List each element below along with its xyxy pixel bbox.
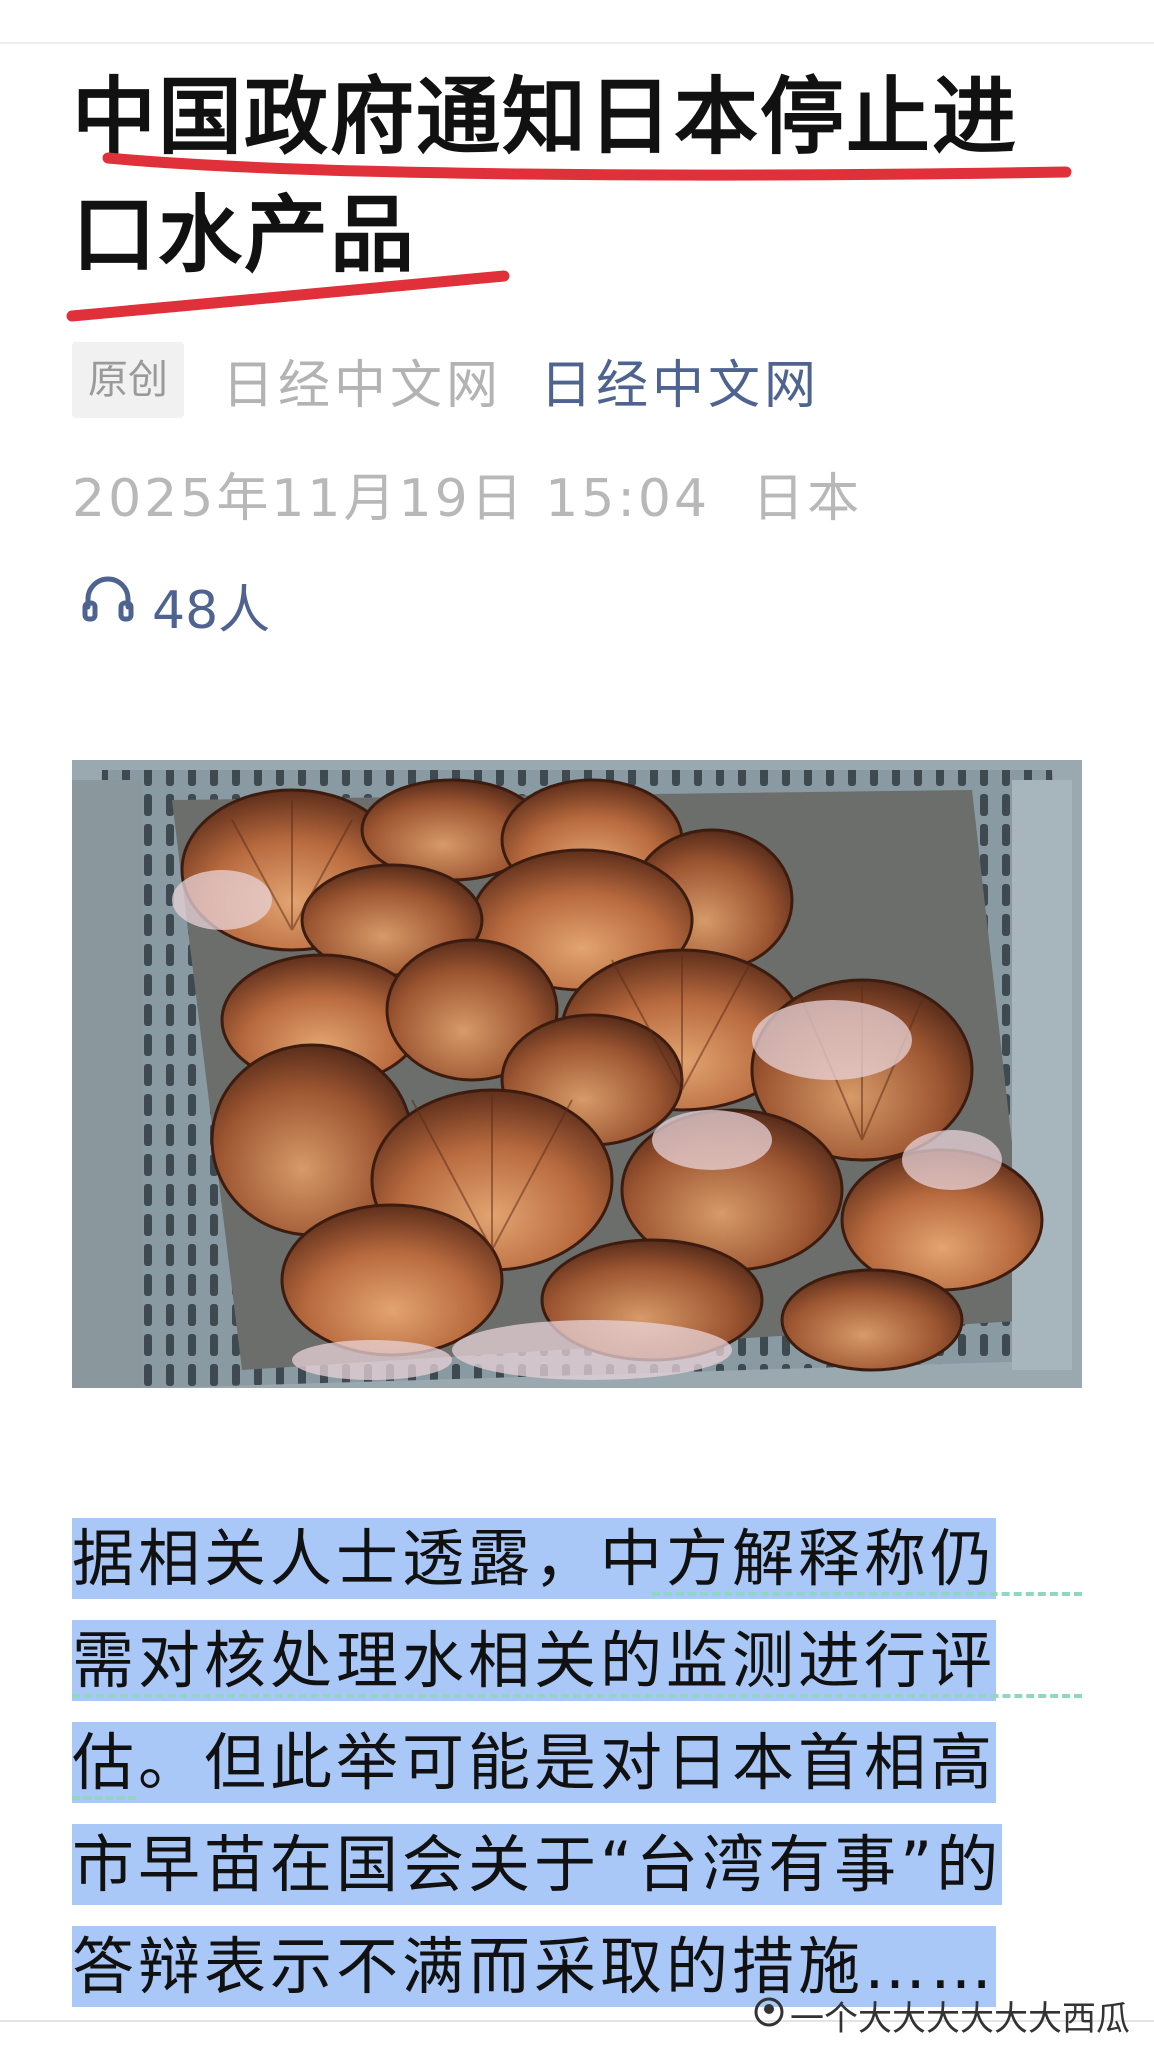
dashed-underline	[72, 1694, 1082, 1698]
body-line: 需对核处理水相关的监测进行评	[72, 1610, 1082, 1712]
source-account-link[interactable]: 日经中文网	[540, 343, 820, 418]
article-photo	[72, 760, 1082, 1388]
listener-count: 48人	[152, 581, 271, 641]
meta-row: 原创 日经中文网 日经中文网	[72, 342, 820, 418]
highlighted-text[interactable]: 估。但此举可能是对日本首相高	[72, 1722, 997, 1803]
listen-button[interactable]: 48人	[80, 568, 270, 643]
dashed-underline	[72, 1796, 136, 1800]
article-body: 据相关人士透露，中方解释称仍 需对核处理水相关的监测进行评 估。但此举可能是对日…	[72, 1508, 1082, 2018]
article-page: 中国政府通知日本停止进口水产品 原创 日经中文网 日经中文网 2025年11月1…	[0, 0, 1154, 2048]
top-divider	[0, 42, 1154, 44]
dashed-underline	[652, 1592, 1082, 1596]
watermark-text: 一个大大大大大大西瓜	[790, 1999, 1130, 2039]
highlighted-text[interactable]: 市早苗在国会关于“台湾有事”的	[72, 1824, 1003, 1905]
publish-location: 日本	[752, 469, 863, 529]
body-line: 市早苗在国会关于“台湾有事”的	[72, 1814, 1082, 1916]
body-line: 据相关人士透露，中方解释称仍	[72, 1508, 1082, 1610]
highlighted-text[interactable]: 据相关人士透露，中方解释称仍	[72, 1518, 997, 1599]
article-title: 中国政府通知日本停止进口水产品	[72, 68, 1019, 284]
publish-date: 2025年11月19日 15:04	[72, 469, 711, 529]
source-name: 日经中文网	[222, 355, 503, 416]
publish-info: 2025年11月19日 15:04 日本	[72, 456, 862, 531]
watermark: 一个大大大大大大西瓜	[754, 1991, 1130, 2040]
body-line: 估。但此举可能是对日本首相高	[72, 1712, 1082, 1814]
highlighted-text[interactable]: 需对核处理水相关的监测进行评	[72, 1620, 997, 1701]
avatar-icon	[754, 1996, 784, 2036]
headphones-icon	[80, 571, 136, 640]
original-badge: 原创	[72, 342, 184, 418]
